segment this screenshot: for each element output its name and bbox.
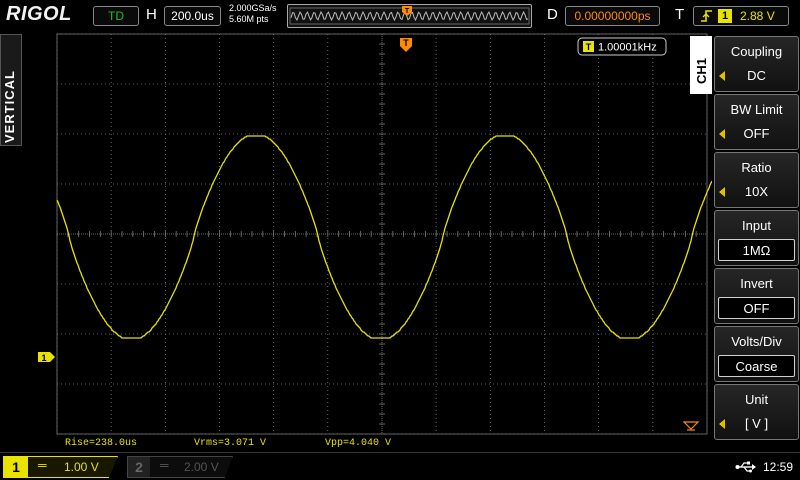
unit-title: Unit: [744, 392, 769, 407]
usb-icon: [735, 461, 756, 473]
delay-label: D: [547, 6, 558, 23]
coupling-value: DC: [747, 68, 766, 83]
invert-menu-item[interactable]: Invert OFF: [714, 268, 799, 324]
invert-title: Invert: [740, 276, 773, 291]
vertical-menu-tab[interactable]: VERTICAL: [0, 34, 22, 146]
delay-value[interactable]: 0.00000000ps: [565, 6, 660, 26]
ch2-scale: 2.00 V: [184, 460, 219, 474]
measurement-bar: Rise=238.0us Vrms=3.071 V Vpp=4.040 V: [22, 437, 712, 451]
rise-time-measurement: Rise=238.0us: [65, 438, 138, 449]
input-value: 1MΩ: [718, 239, 795, 261]
trigger-level-value: 2.88 V: [740, 9, 775, 23]
unit-menu-item[interactable]: Unit [ V ]: [714, 384, 799, 440]
ch2-number: 2: [128, 457, 150, 477]
sample-rate: 2.000GSa/s: [229, 3, 277, 13]
trigger-settings[interactable]: 1 2.88 V: [693, 6, 789, 26]
vertical-menu-label: VERTICAL: [2, 70, 17, 143]
vpp-measurement: Vpp=4.040 V: [325, 438, 392, 449]
memory-overview-bar: T: [287, 4, 532, 28]
ch1-menu-tab-label: CH1: [694, 57, 709, 84]
ch1-menu-tab[interactable]: CH1: [690, 36, 712, 94]
volts-div-menu-item[interactable]: Volts/Div Coarse: [714, 326, 799, 382]
left-menu-tab: VERTICAL: [0, 32, 22, 452]
memory-depth: 5.60M pts: [229, 14, 269, 24]
timebase-value[interactable]: 200.0us: [164, 6, 221, 26]
input-menu-item[interactable]: Input 1MΩ: [714, 210, 799, 266]
trigger-source-badge: 1: [718, 9, 732, 23]
trigger-label: T: [675, 6, 685, 23]
top-status-bar: RIGOL TD H 200.0us 2.000GSa/s 5.60M pts …: [0, 0, 800, 32]
ch1-soft-menu: Coupling DC BW Limit OFF Ratio 10X Input…: [712, 32, 800, 440]
dc-coupling-icon: ═: [38, 458, 47, 472]
memory-waveform-preview: T: [289, 6, 530, 25]
ch1-number: 1: [4, 457, 28, 477]
volts-div-value: Coarse: [718, 355, 795, 377]
unit-value: [ V ]: [744, 416, 769, 431]
brand-logo: RIGOL: [6, 3, 72, 25]
trigger-position-label: T: [405, 8, 410, 15]
frequency-value: 1.00001kHz: [598, 42, 657, 54]
trigger-time-marker-label: T: [403, 38, 409, 48]
rising-edge-icon: [701, 10, 712, 22]
bw-limit-value: OFF: [743, 126, 770, 141]
invert-value: OFF: [718, 297, 795, 319]
volts-div-title: Volts/Div: [731, 334, 782, 349]
bw-limit-menu-item[interactable]: BW Limit OFF: [714, 94, 799, 150]
ratio-value: 10X: [744, 184, 769, 199]
frequency-counter: T 1.00001kHz: [577, 37, 667, 56]
ch2-status-badge[interactable]: 2 ═ 2.00 V: [127, 456, 233, 478]
waveform-display[interactable]: T T 1.00001kHz 1: [22, 32, 712, 437]
svg-text:1: 1: [41, 353, 46, 363]
run-state-indicator[interactable]: TD: [93, 6, 139, 26]
ratio-title: Ratio: [741, 160, 772, 175]
dc-coupling-icon: ═: [160, 458, 169, 472]
ch1-status-badge[interactable]: 1 ═ 1.00 V: [3, 456, 118, 478]
system-clock: 12:59: [763, 460, 794, 474]
ratio-menu-item[interactable]: Ratio 10X: [714, 152, 799, 208]
frequency-counter-icon: T: [586, 42, 592, 52]
coupling-menu-item[interactable]: Coupling DC: [714, 36, 799, 92]
coupling-title: Coupling: [730, 44, 783, 59]
bottom-channel-bar: 1 ═ 1.00 V 2 ═ 2.00 V 12:59: [0, 452, 800, 480]
ch1-scale: 1.00 V: [64, 460, 99, 474]
horizontal-label: H: [146, 6, 157, 23]
acquisition-info: 2.000GSa/s 5.60M pts: [229, 3, 277, 25]
bw-limit-title: BW Limit: [730, 102, 783, 117]
vrms-measurement: Vrms=3.071 V: [194, 438, 267, 449]
input-title: Input: [742, 218, 771, 233]
